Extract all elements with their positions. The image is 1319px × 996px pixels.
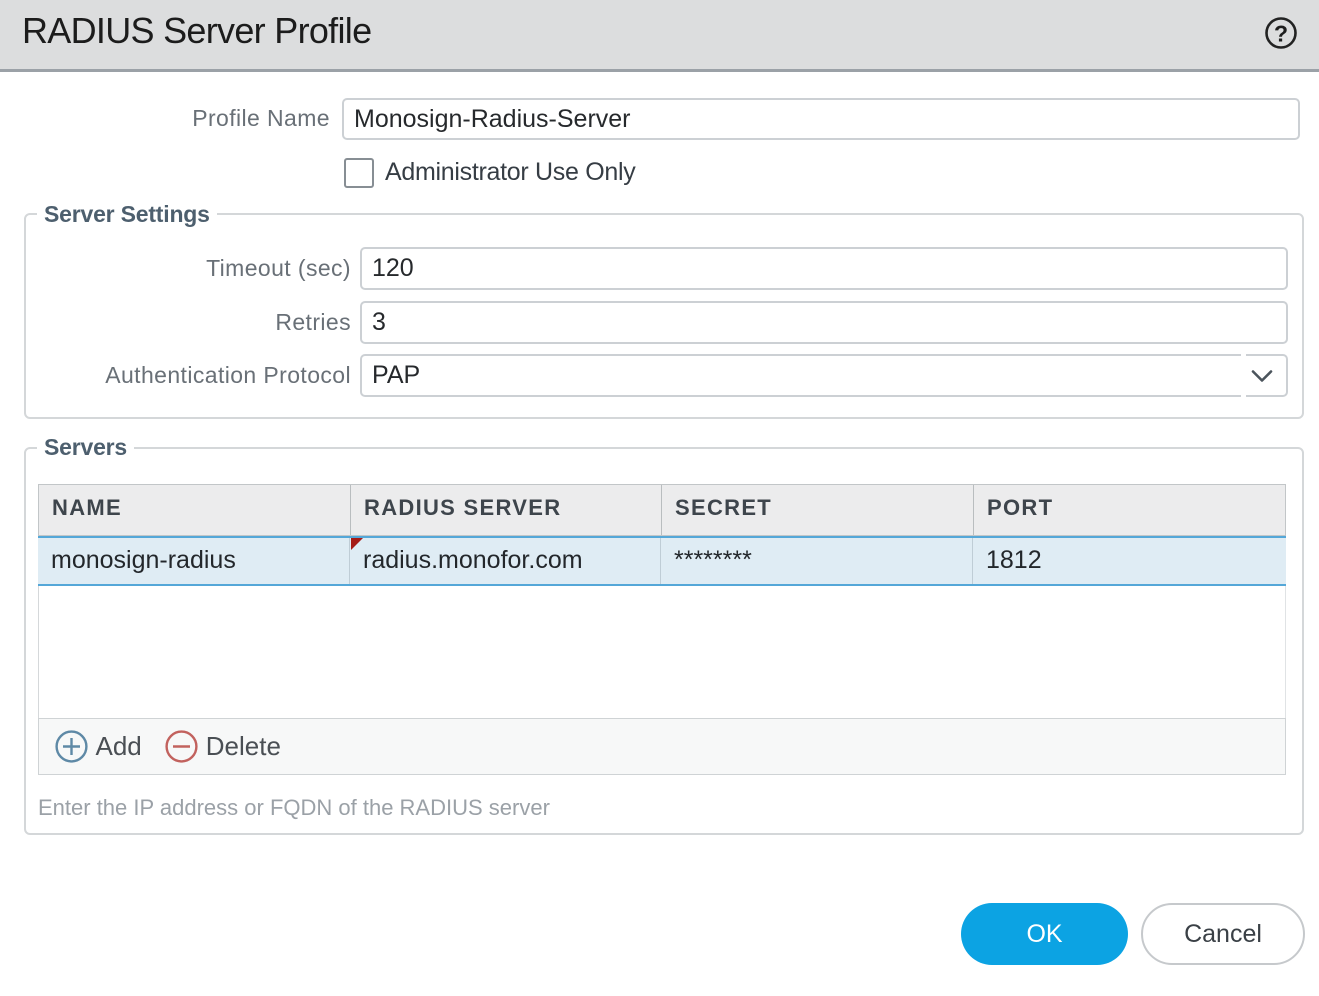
svg-text:?: ? [1274, 21, 1288, 47]
